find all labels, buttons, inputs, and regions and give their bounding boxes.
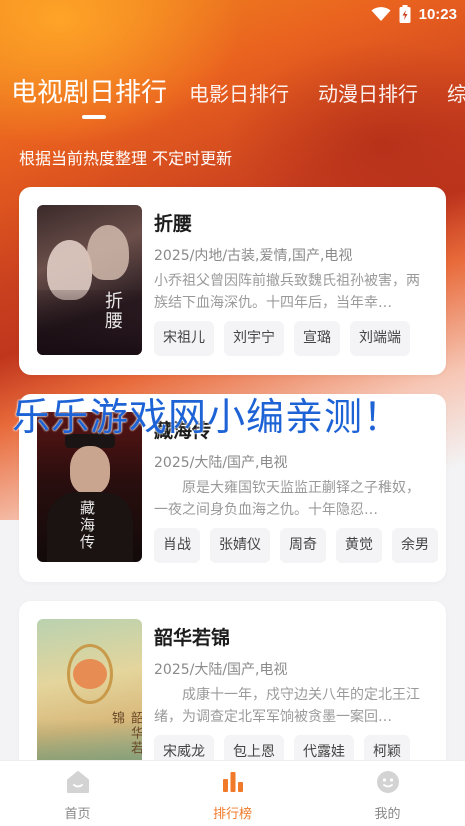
show-description: 原是大雍国钦天监监正蒯铎之子稚奴，一夜之间身负血海之仇。十年隐忍… bbox=[154, 480, 420, 518]
show-poster: 折腰 bbox=[37, 205, 142, 355]
home-icon bbox=[66, 771, 89, 793]
active-tab-indicator bbox=[82, 115, 106, 119]
nav-ranking-label: 排行榜 bbox=[212, 807, 252, 822]
show-title: 韶华若锦 bbox=[154, 627, 231, 649]
show-description: 小乔祖父曾因阵前撤兵致魏氏祖孙被害，两族结下血海深仇。十四年后，当年幸… bbox=[154, 273, 420, 311]
cast-tags: 宋祖儿 刘宇宁 宣璐 刘端端 bbox=[154, 321, 410, 356]
cast-tag[interactable]: 宋祖儿 bbox=[154, 321, 214, 356]
cast-tag[interactable]: 宣璐 bbox=[294, 321, 340, 356]
wifi-icon bbox=[371, 7, 391, 21]
show-poster: 韶华若锦 bbox=[37, 619, 142, 769]
cast-tag[interactable]: 肖战 bbox=[154, 528, 200, 563]
show-description: 成康十一年，戍守边关八年的定北王江绪，为调查定北军军饷被贪墨一案回… bbox=[154, 687, 420, 725]
cast-tag[interactable]: 刘宇宁 bbox=[224, 321, 284, 356]
poster-title: 折腰 bbox=[102, 291, 123, 331]
tab-anime-daily[interactable]: 动漫日排行 bbox=[318, 78, 418, 107]
tab-movie-daily[interactable]: 电影日排行 bbox=[189, 78, 289, 107]
cast-tag[interactable]: 黄觉 bbox=[336, 528, 382, 563]
show-meta: 2025/大陆/国产,电视 bbox=[154, 662, 288, 678]
nav-profile-label: 我的 bbox=[374, 807, 401, 822]
cast-tag[interactable]: 刘端端 bbox=[350, 321, 410, 356]
cast-tag[interactable]: 张婧仪 bbox=[210, 528, 270, 563]
show-meta: 2025/大陆/国产,电视 bbox=[154, 455, 288, 471]
nav-ranking[interactable]: 排行榜 bbox=[155, 761, 310, 826]
tab-tv-daily[interactable]: 电视剧日排行 bbox=[11, 72, 167, 109]
poster-title: 藏海传 bbox=[78, 500, 96, 551]
cast-tags: 肖战 张婧仪 周奇 黄觉 余男 bbox=[154, 528, 438, 563]
cast-tag[interactable]: 余男 bbox=[392, 528, 438, 563]
nav-home[interactable]: 首页 bbox=[0, 761, 155, 826]
battery-icon bbox=[399, 5, 411, 23]
show-title: 折腰 bbox=[154, 213, 193, 235]
ranking-subtitle: 根据当前热度整理 不定时更新 bbox=[19, 149, 233, 168]
profile-icon bbox=[376, 771, 399, 793]
show-meta: 2025/内地/古装,爱情,国产,电视 bbox=[154, 248, 353, 264]
nav-profile[interactable]: 我的 bbox=[310, 761, 465, 826]
bottom-navigation: 首页 排行榜 我的 bbox=[0, 760, 465, 826]
status-time: 10:23 bbox=[418, 5, 457, 23]
tab-variety-daily[interactable]: 综 bbox=[447, 78, 465, 107]
nav-home-label: 首页 bbox=[64, 807, 91, 822]
ranking-icon bbox=[222, 772, 243, 792]
cast-tag[interactable]: 周奇 bbox=[280, 528, 326, 563]
ranking-tabs: 电视剧日排行 电影日排行 动漫日排行 综 bbox=[0, 68, 465, 118]
watermark-text: 乐乐游戏网小编亲测！ bbox=[12, 395, 403, 439]
show-card[interactable]: 折腰 折腰 2025/内地/古装,爱情,国产,电视 小乔祖父曾因阵前撤兵致魏氏祖… bbox=[19, 187, 446, 375]
status-bar: 10:23 bbox=[0, 0, 465, 28]
